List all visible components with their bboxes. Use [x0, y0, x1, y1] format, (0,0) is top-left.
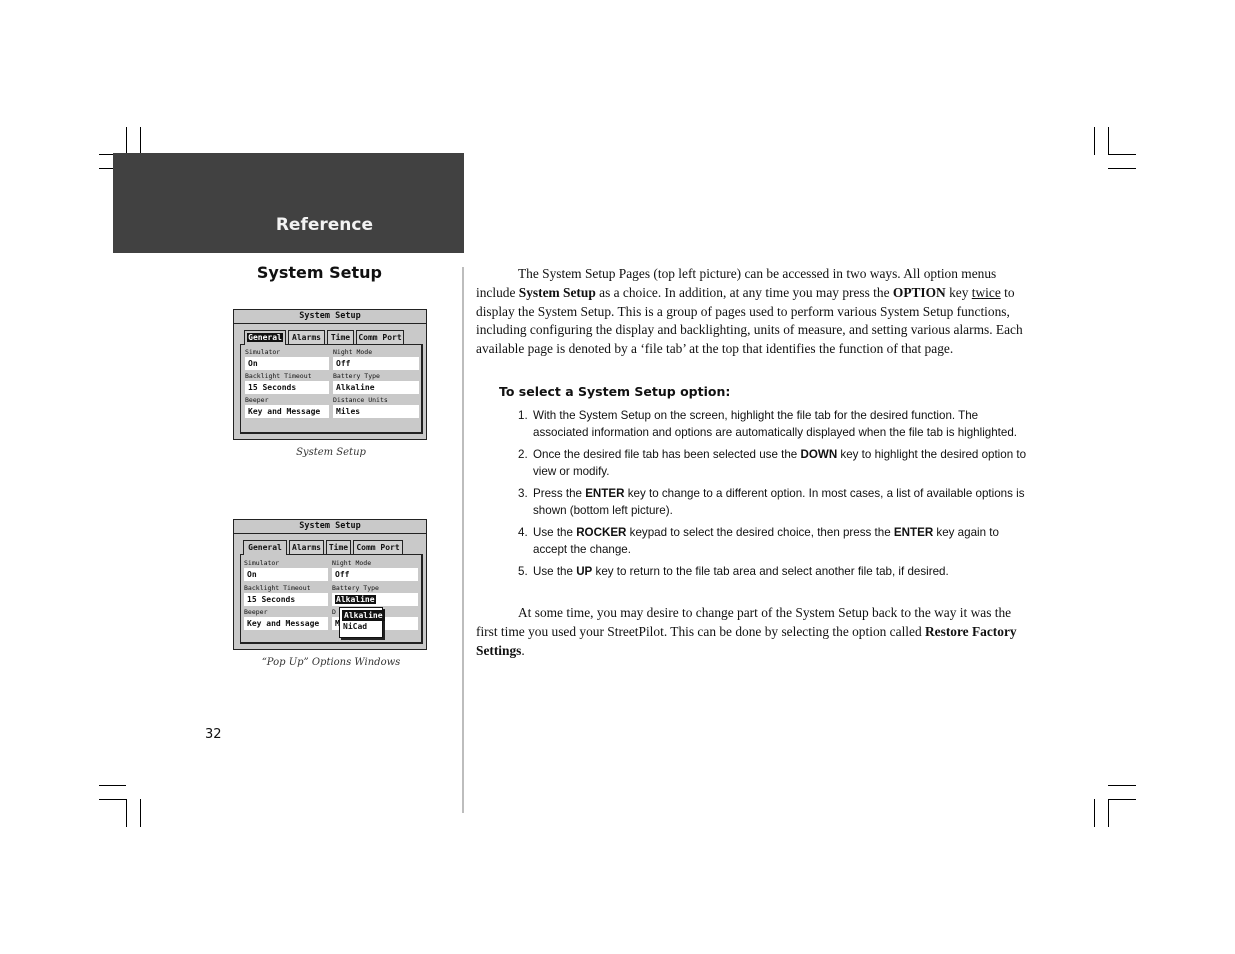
field-label: Distance Units — [333, 396, 388, 404]
field-label: Backlight Timeout — [245, 372, 312, 380]
field-value: 15 Seconds — [245, 381, 329, 394]
tab-time: Time — [326, 540, 351, 554]
key-name: ROCKER — [576, 526, 627, 539]
field-label: Night Mode — [333, 348, 373, 356]
emphasis: System Setup — [518, 284, 596, 300]
step-text: Use the — [533, 565, 577, 578]
procedure-step: 5. Use the UP key to return to the file t… — [516, 563, 1031, 580]
field-value: Off — [333, 357, 419, 370]
page-number: 32 — [205, 727, 222, 742]
figure-caption: “Pop Up” Options Windows — [261, 657, 401, 668]
procedure-step: 1. With the System Setup on the screen, h… — [516, 407, 1031, 441]
field-label: Night Mode — [332, 559, 372, 567]
field-label: Backlight Timeout — [244, 584, 311, 592]
key-name: UP — [576, 565, 593, 578]
step-text: keypad to select the desired choice, the… — [626, 526, 894, 539]
crop-mark — [1094, 127, 1095, 155]
screen-title: System Setup — [234, 310, 426, 324]
field-value: On — [244, 568, 328, 581]
emphasis-underline: twice — [971, 284, 1001, 300]
popup-option: NiCad — [343, 622, 368, 631]
crop-mark — [1108, 785, 1136, 786]
key-name: ENTER — [893, 526, 934, 539]
crop-mark — [1108, 127, 1109, 155]
step-number: 4. — [518, 526, 528, 539]
crop-mark — [140, 127, 141, 154]
step-number: 2. — [518, 448, 528, 461]
crop-mark — [1108, 154, 1136, 155]
procedure-step: 2. Once the desired file tab has been sel… — [516, 446, 1031, 480]
crop-mark — [99, 785, 126, 786]
field-value: Key and Message — [244, 617, 328, 630]
step-number: 1. — [518, 409, 528, 422]
chapter-header-band: Reference — [113, 153, 464, 253]
crop-mark — [1108, 168, 1136, 169]
step-text: key to return to the file tab area and s… — [592, 565, 949, 578]
tab-comm-port: Comm Port — [356, 330, 404, 344]
tab-alarms: Alarms — [289, 540, 324, 554]
tab-time: Time — [327, 330, 354, 344]
field-label: Beeper — [244, 608, 268, 616]
field-label: Battery Type — [332, 584, 379, 592]
crop-mark — [140, 799, 141, 827]
procedure-steps: 1. With the System Setup on the screen, h… — [516, 407, 1031, 585]
field-label: Simulator — [245, 348, 281, 356]
step-number: 3. — [518, 487, 528, 500]
step-text: Once the desired file tab has been selec… — [533, 448, 801, 461]
tab-comm-port: Comm Port — [353, 540, 403, 554]
closing-paragraph: At some time, you may desire to change p… — [476, 605, 1017, 658]
field-value: On — [245, 357, 329, 370]
key-name: ENTER — [585, 487, 625, 500]
tab-general: General — [244, 330, 286, 345]
field-label: Beeper — [245, 396, 269, 404]
figure-caption: System Setup — [296, 447, 366, 458]
crop-mark — [126, 799, 127, 827]
field-label: Battery Type — [333, 372, 380, 380]
crop-mark — [99, 799, 127, 800]
intro-paragraph: The System Setup Pages (top left picture… — [476, 266, 1023, 357]
popup-option-selected: Alkaline — [342, 610, 385, 621]
field-value: Off — [332, 568, 418, 581]
step-number: 5. — [518, 565, 528, 578]
step-text: Press the — [533, 487, 586, 500]
highlighted-value: Alkaline — [335, 595, 376, 604]
procedure-step: 4. Use the ROCKER keypad to select the de… — [516, 524, 1031, 558]
step-text: With the System Setup on the screen, hig… — [533, 409, 1018, 439]
field-value: Miles — [333, 405, 419, 418]
key-name: DOWN — [800, 448, 838, 461]
crop-mark — [126, 127, 127, 154]
crop-mark — [1108, 799, 1136, 800]
field-value: 15 Seconds — [244, 593, 328, 606]
chapter-title: Reference — [275, 215, 373, 235]
field-label: D — [332, 608, 336, 616]
screen-title: System Setup — [234, 520, 426, 534]
procedure-title: To select a System Setup option: — [499, 384, 731, 399]
tab-general: General — [243, 540, 287, 555]
field-value: Key and Message — [245, 405, 329, 418]
tab-alarms: Alarms — [288, 330, 325, 344]
field-label: Simulator — [244, 559, 280, 567]
options-popup: Alkaline NiCad — [339, 607, 385, 638]
crop-mark — [1094, 799, 1095, 827]
procedure-step: 3. Press the ENTER key to change to a dif… — [516, 485, 1031, 519]
crop-mark — [1108, 799, 1109, 827]
field-value: Alkaline — [333, 381, 419, 394]
step-text: Use the — [533, 526, 577, 539]
system-setup-screenshot: System Setup General Alarms Time Comm Po… — [233, 309, 427, 440]
field-value: Alkaline — [332, 593, 418, 606]
column-divider — [462, 267, 464, 813]
section-title: System Setup — [256, 263, 382, 282]
key-name: OPTION — [892, 284, 946, 300]
popup-options-screenshot: System Setup General Alarms Time Comm Po… — [233, 519, 427, 650]
